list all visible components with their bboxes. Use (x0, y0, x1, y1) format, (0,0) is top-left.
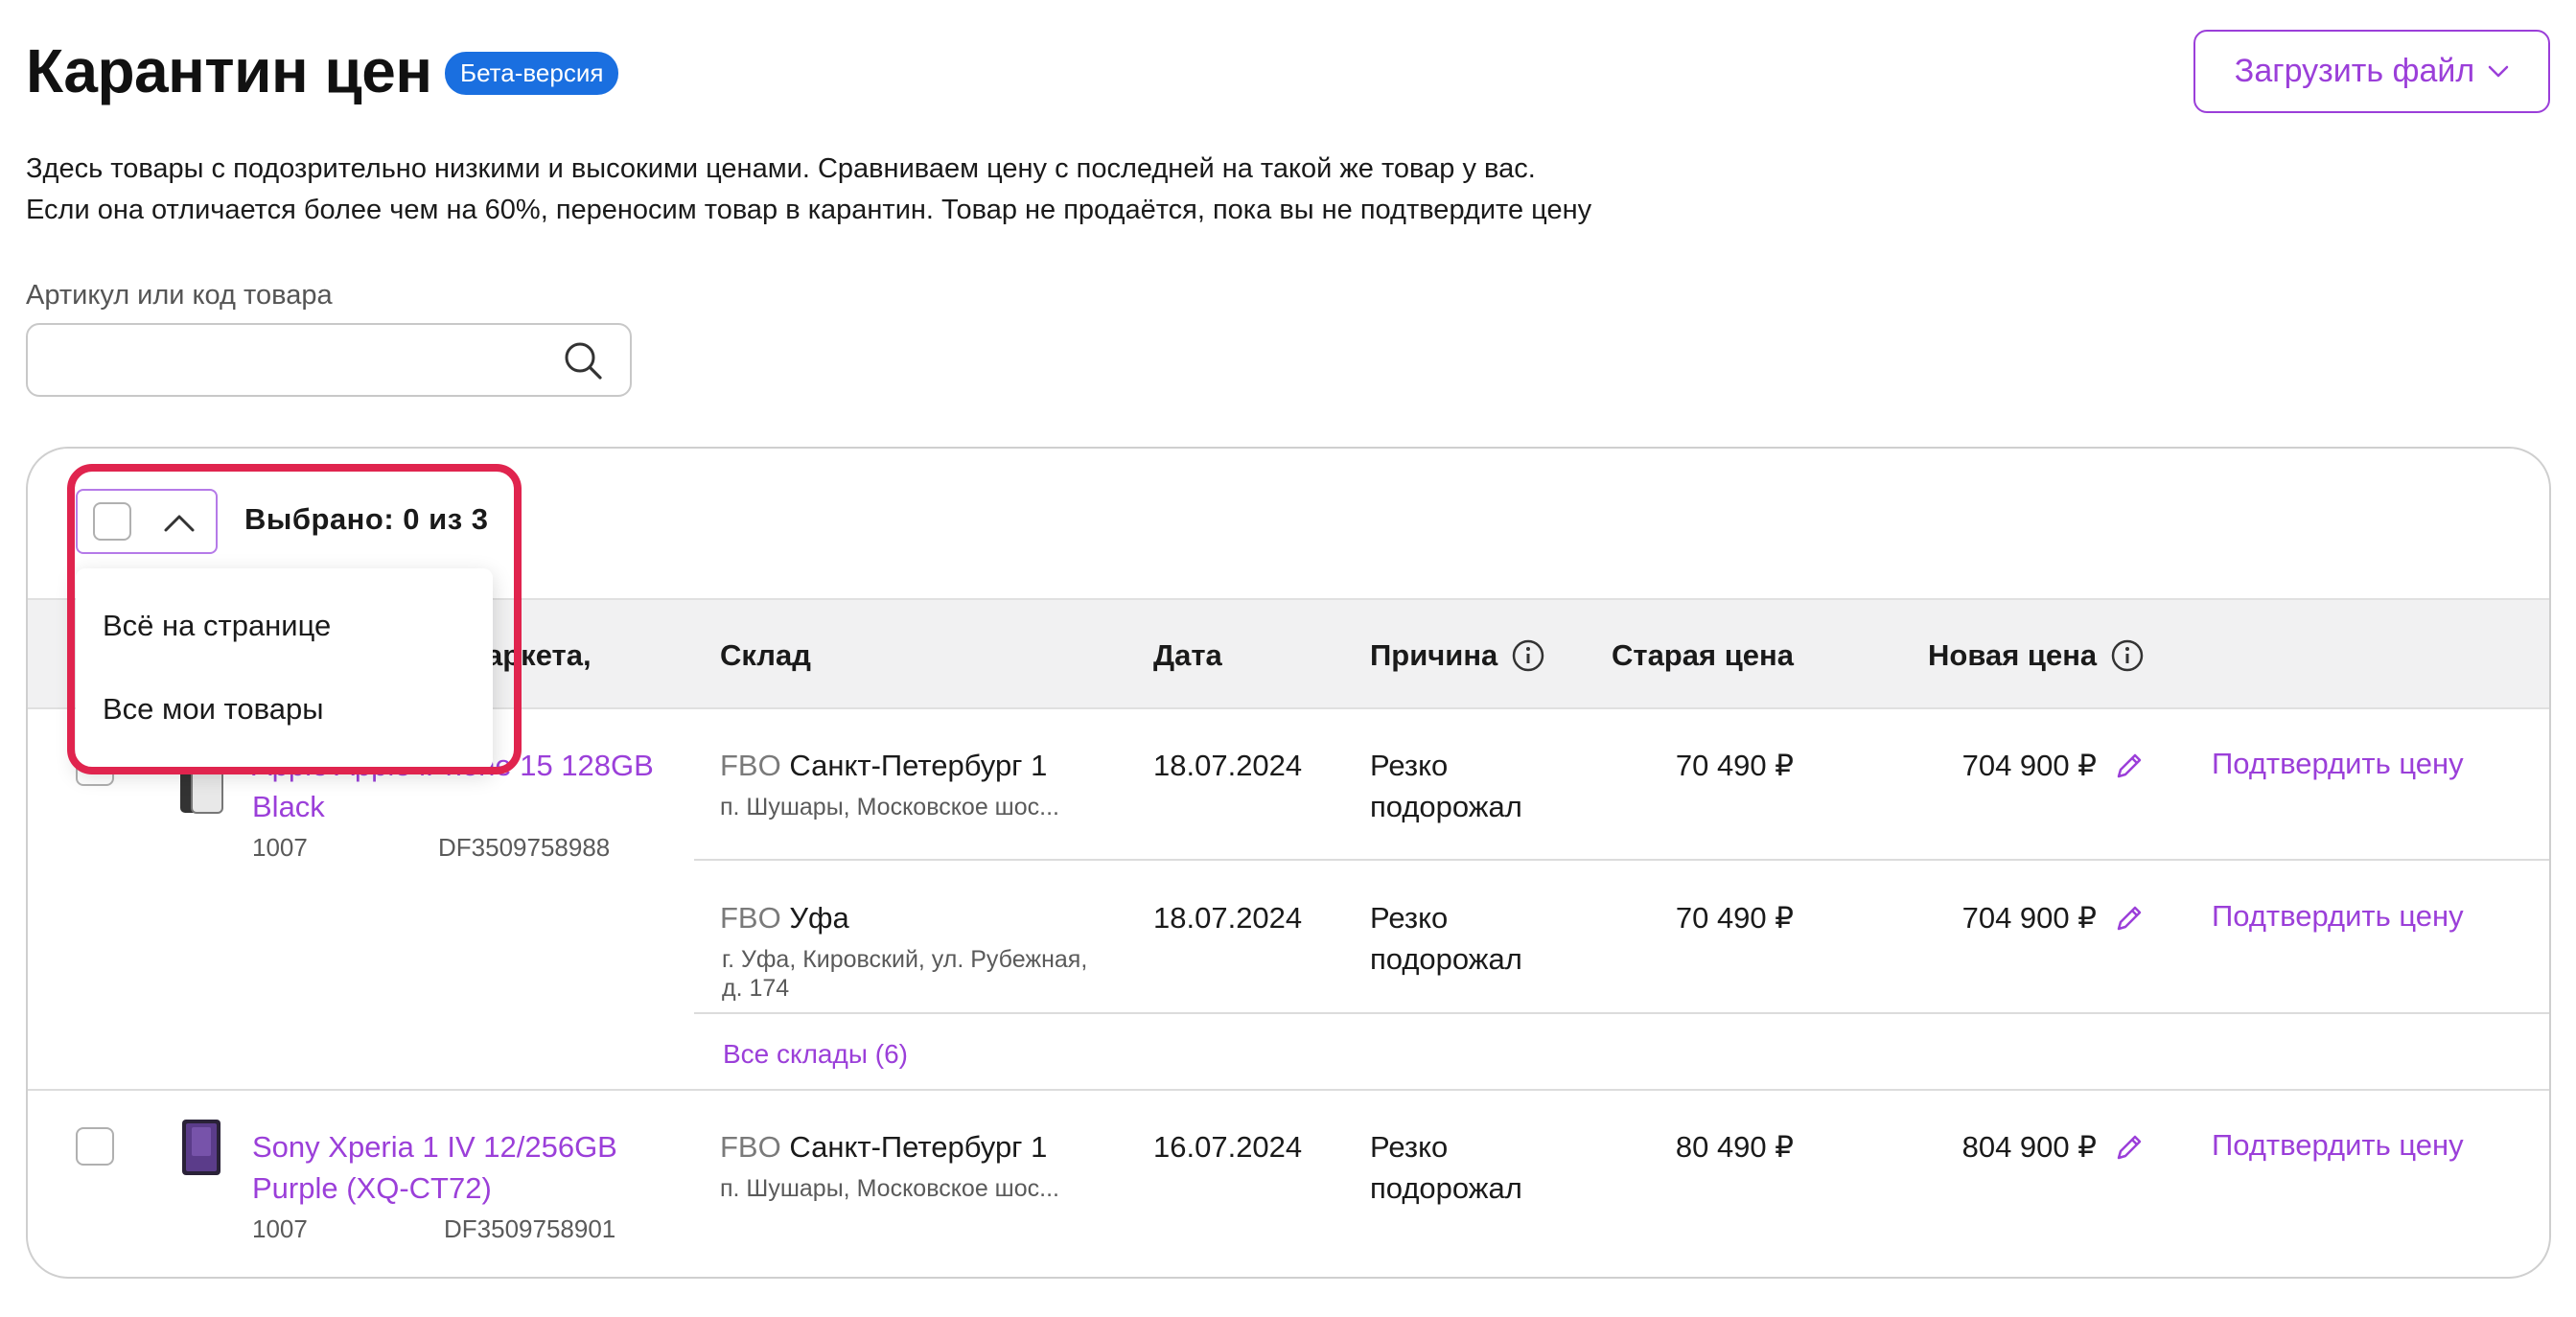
product-name-link[interactable]: Sony Xperia 1 IV 12/256GB Purple (XQ-CT7… (252, 1126, 617, 1209)
new-price: 704 900 ₽ (1961, 901, 2097, 935)
old-price: 80 490 ₽ (1675, 1130, 1794, 1164)
confirm-price-link[interactable]: Подтвердить цену (2212, 747, 2464, 781)
reason-line-1: Резко (1370, 1130, 1449, 1164)
description-line-1: Здесь товары с подозрительно низкими и в… (26, 153, 1536, 184)
pencil-icon[interactable] (2114, 903, 2145, 934)
quarantine-date: 18.07.2024 (1153, 901, 1303, 935)
new-price: 704 900 ₽ (1961, 749, 2097, 782)
select-dropdown-menu: Всё на странице Все мои товары (76, 568, 493, 770)
old-price: 70 490 ₽ (1675, 749, 1794, 782)
old-price: 70 490 ₽ (1675, 901, 1794, 935)
warehouse-address: г. Уфа, Кировский, ул. Рубежная, д. 174 (722, 945, 1087, 1003)
info-icon[interactable] (2110, 638, 2145, 673)
reason-line-1: Резко (1370, 901, 1449, 935)
product-sku: 1007 (252, 1214, 308, 1243)
product-code: DF3509758988 (438, 833, 611, 862)
upload-file-label: Загрузить файл (2234, 53, 2475, 89)
product-sku: 1007 (252, 833, 308, 862)
warehouse-type: FBO (720, 901, 781, 935)
upload-file-button[interactable]: Загрузить файл (2193, 30, 2550, 113)
warehouse-city: Уфа (789, 901, 849, 935)
row-divider (28, 1089, 2549, 1091)
column-new-price-label: Новая цена (1928, 638, 2098, 672)
warehouse-name: FBO Уфа (720, 897, 849, 938)
quarantine-reason: Резко подорожал (1370, 745, 1522, 827)
confirm-price-link[interactable]: Подтвердить цену (2212, 899, 2464, 934)
quarantine-reason: Резко подорожал (1370, 897, 1522, 980)
column-product: аркета, (486, 638, 592, 672)
chevron-up-icon[interactable] (162, 510, 197, 535)
all-warehouses-link[interactable]: Все склады (6) (723, 1033, 908, 1074)
warehouse-address-line-2: д. 174 (722, 975, 790, 1002)
dropdown-item-all-on-page[interactable]: Всё на странице (103, 609, 331, 643)
warehouse-type: FBO (720, 749, 781, 782)
warehouse-address: п. Шушары, Московское шос... (720, 794, 1059, 820)
select-all-toggle[interactable] (76, 489, 218, 554)
warehouse-type: FBO (720, 1130, 781, 1164)
warehouse-city: Санкт-Петербург 1 (789, 1130, 1048, 1164)
row-checkbox[interactable] (76, 1127, 114, 1166)
product-thumbnail[interactable] (178, 1118, 224, 1177)
reason-line-2: подорожал (1370, 942, 1522, 976)
warehouse-city: Санкт-Петербург 1 (789, 749, 1048, 782)
search-input[interactable] (28, 325, 565, 395)
column-new-price: Новая цена (1928, 600, 2145, 711)
row-divider (694, 859, 2549, 861)
quarantine-table: Выбрано: 0 из 3 аркета, Склад Дата Причи… (26, 447, 2551, 1279)
product-code: DF3509758901 (444, 1214, 616, 1243)
reason-line-1: Резко (1370, 749, 1449, 782)
pencil-icon[interactable] (2114, 1132, 2145, 1163)
column-warehouse: Склад (720, 638, 811, 672)
dropdown-item-all-my-products[interactable]: Все мои товары (103, 692, 324, 727)
quarantine-reason: Резко подорожал (1370, 1126, 1522, 1209)
row-divider (694, 1012, 2549, 1014)
warehouse-name: FBO Санкт-Петербург 1 (720, 1126, 1047, 1167)
column-date: Дата (1153, 638, 1222, 672)
column-reason: Причина (1370, 600, 1545, 711)
description-line-2: Если она отличается более чем на 60%, пе… (26, 195, 1592, 225)
reason-line-2: подорожал (1370, 1171, 1522, 1205)
chevron-down-icon (2488, 65, 2509, 77)
quarantine-date: 16.07.2024 (1153, 1130, 1303, 1164)
column-reason-label: Причина (1370, 638, 1498, 672)
page-title: Карантин цен (26, 36, 432, 105)
reason-line-2: подорожал (1370, 790, 1522, 823)
product-name-line-1: Sony Xperia 1 IV 12/256GB (252, 1130, 617, 1164)
info-icon[interactable] (1511, 638, 1545, 673)
search-label: Артикул или код товара (26, 280, 333, 311)
warehouse-name: FBO Санкт-Петербург 1 (720, 745, 1047, 786)
product-name-line-2: Black (252, 790, 325, 823)
warehouse-address: п. Шушары, Московское шос... (720, 1175, 1059, 1202)
selected-count: Выбрано: 0 из 3 (244, 502, 489, 536)
quarantine-date: 18.07.2024 (1153, 749, 1303, 782)
select-all-checkbox[interactable] (93, 502, 131, 541)
beta-badge: Бета-версия (445, 52, 619, 95)
column-old-price: Старая цена (1612, 638, 1794, 672)
page-description: Здесь товары с подозрительно низкими и в… (26, 149, 1591, 231)
product-name-line-2: Purple (XQ-CT72) (252, 1171, 492, 1205)
new-price: 804 900 ₽ (1961, 1130, 2097, 1164)
pencil-icon[interactable] (2114, 751, 2145, 781)
confirm-price-link[interactable]: Подтвердить цену (2212, 1128, 2464, 1163)
warehouse-address-line-1: г. Уфа, Кировский, ул. Рубежная, (722, 946, 1088, 973)
search-field[interactable] (26, 323, 632, 397)
search-icon[interactable] (563, 340, 603, 381)
